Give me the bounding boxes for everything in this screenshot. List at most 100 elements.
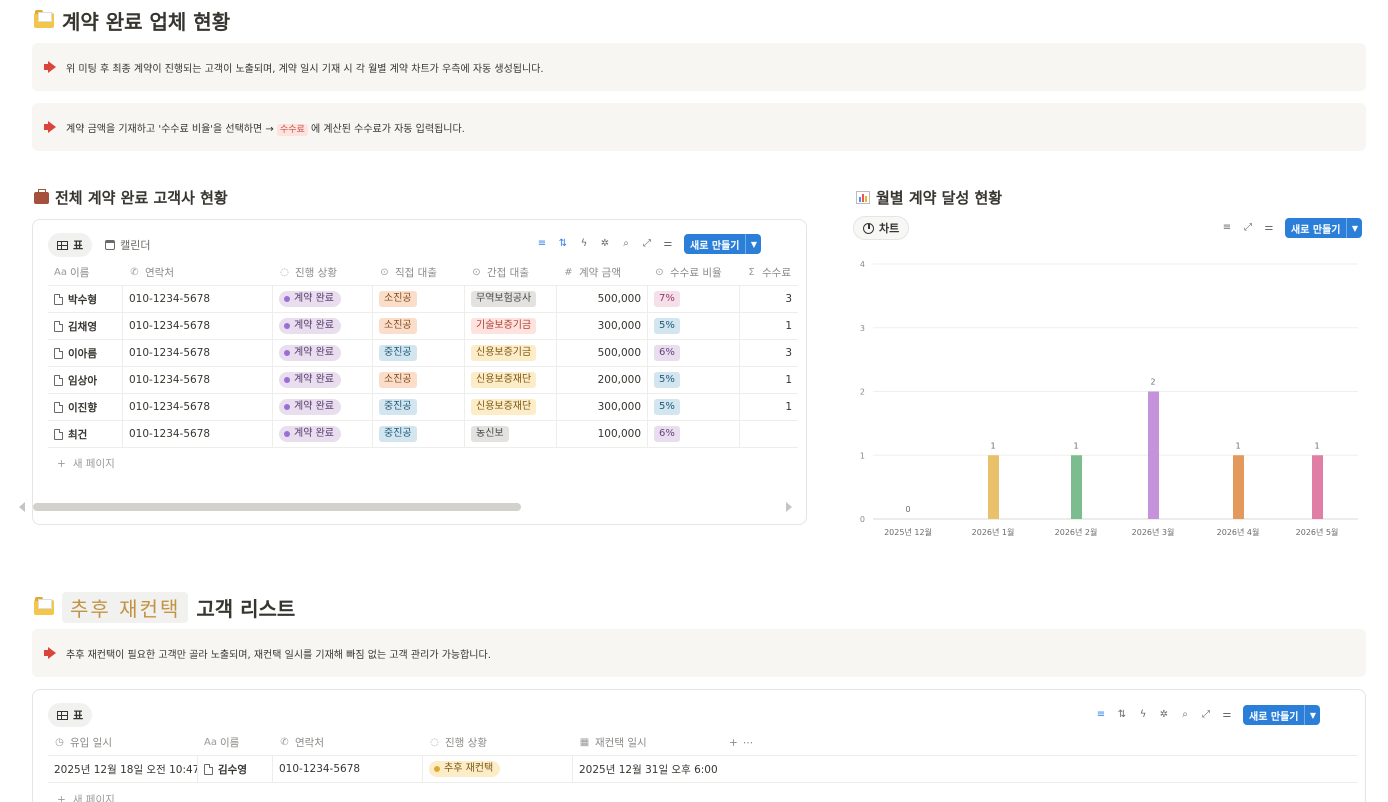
search-icon[interactable]: ⌕ — [621, 239, 631, 249]
cell-rate[interactable]: 5% — [648, 313, 740, 339]
sparkle-icon[interactable]: ✲ — [1159, 710, 1169, 720]
filter-icon[interactable]: ≡ — [1096, 710, 1106, 720]
table-row[interactable]: 임상아 010-1234-5678 계약 완료 소진공 신용보증재단 200,000 5% 1 — [48, 367, 798, 394]
cell-phone[interactable]: 010-1234-5678 — [123, 286, 273, 312]
cell-rate[interactable]: 5% — [648, 394, 740, 420]
filter-icon[interactable]: ≡ — [1222, 223, 1232, 233]
table-row[interactable]: 2025년 12월 18일 오전 10:47 김수영 010-1234-5678 추후… — [48, 756, 1358, 783]
cell-amount[interactable]: 200,000 — [557, 367, 648, 393]
scroll-left-arrow-icon[interactable] — [19, 502, 25, 512]
cell-fee[interactable]: 1 — [740, 394, 798, 420]
cell-recontact-date[interactable]: 2025년 12월 31일 오후 6:00 — [573, 756, 723, 782]
sort-icon[interactable]: ⇅ — [1117, 710, 1127, 720]
cell-name[interactable]: 김채영 — [48, 313, 123, 339]
add-page-button[interactable]: + 새 페이지 — [57, 456, 115, 471]
cell-rate[interactable]: 7% — [648, 286, 740, 312]
col-name[interactable]: Aa 이름 — [48, 260, 123, 285]
cell-phone[interactable]: 010-1234-5678 — [123, 394, 273, 420]
col-recontact-date[interactable]: ▦ 재컨택 일시 — [573, 730, 723, 755]
cell-phone[interactable]: 010-1234-5678 — [123, 313, 273, 339]
cell-indirect[interactable]: 신용보증기금 — [465, 340, 557, 366]
col-phone[interactable]: ✆ 연락처 — [123, 260, 273, 285]
cell-indirect[interactable]: 무역보험공사 — [465, 286, 557, 312]
col-status[interactable]: ◌ 진행 상황 — [423, 730, 573, 755]
expand-icon[interactable]: ⤢ — [1243, 223, 1253, 233]
col-fee[interactable]: Σ 수수료 — [740, 260, 798, 285]
chevron-down-icon[interactable]: ▼ — [745, 234, 761, 254]
cell-indirect[interactable]: 농신보 — [465, 421, 557, 447]
col-amount[interactable]: # 계약 금액 — [557, 260, 648, 285]
customer-name[interactable]: 임상아 — [68, 373, 97, 388]
customer-name[interactable]: 박수형 — [68, 292, 97, 307]
col-inflow-date[interactable]: ◷ 유입 일시 — [48, 730, 198, 755]
sparkle-icon[interactable]: ✲ — [600, 239, 610, 249]
customer-name[interactable]: 이진향 — [68, 400, 97, 415]
add-page-button[interactable]: + 새 페이지 — [57, 792, 115, 802]
customer-name[interactable]: 김수영 — [218, 762, 247, 777]
cell-indirect[interactable]: 기술보증기금 — [465, 313, 557, 339]
cell-indirect[interactable]: 신용보증재단 — [465, 367, 557, 393]
chevron-down-icon[interactable]: ▼ — [1346, 218, 1362, 238]
cell-status[interactable]: 계약 완료 — [273, 394, 373, 420]
table-row[interactable]: 박수형 010-1234-5678 계약 완료 소진공 무역보험공사 500,000 7% 3 — [48, 286, 798, 313]
cell-rate[interactable]: 6% — [648, 340, 740, 366]
settings-icon[interactable]: ⚌ — [1264, 223, 1274, 233]
table-row[interactable]: 이진향 010-1234-5678 계약 완료 중진공 신용보증재단 300,000 5% 1 — [48, 394, 798, 421]
cell-amount[interactable]: 300,000 — [557, 313, 648, 339]
col-rate[interactable]: ⊙ 수수료 비율 — [648, 260, 740, 285]
cell-phone[interactable]: 010-1234-5678 — [273, 756, 423, 782]
customer-name[interactable]: 최건 — [68, 427, 87, 442]
cell-fee[interactable] — [740, 421, 798, 447]
customer-name[interactable]: 이아름 — [68, 346, 97, 361]
cell-fee[interactable]: 1 — [740, 313, 798, 339]
cell-name[interactable]: 이아름 — [48, 340, 123, 366]
cell-direct[interactable]: 중진공 — [373, 394, 465, 420]
expand-icon[interactable]: ⤢ — [1201, 710, 1211, 720]
cell-fee[interactable]: 3 — [740, 286, 798, 312]
sort-icon[interactable]: ⇅ — [558, 239, 568, 249]
horizontal-scrollbar[interactable] — [33, 503, 521, 511]
customer-name[interactable]: 김채영 — [68, 319, 97, 334]
cell-name[interactable]: 최건 — [48, 421, 123, 447]
cell-status[interactable]: 계약 완료 — [273, 313, 373, 339]
new-button[interactable]: 새로 만들기 ▼ — [684, 234, 762, 254]
tab-chart[interactable]: 차트 — [853, 216, 910, 240]
chevron-down-icon[interactable]: ▼ — [1304, 705, 1320, 725]
cell-name[interactable]: 이진향 — [48, 394, 123, 420]
cell-amount[interactable]: 300,000 — [557, 394, 648, 420]
cell-fee[interactable]: 3 — [740, 340, 798, 366]
more-options-icon[interactable]: ⋯ — [743, 737, 754, 749]
cell-direct[interactable]: 소진공 — [373, 286, 465, 312]
cell-status[interactable]: 계약 완료 — [273, 286, 373, 312]
automation-icon[interactable]: ϟ — [579, 239, 589, 249]
table-row[interactable]: 최건 010-1234-5678 계약 완료 중진공 농신보 100,000 6% — [48, 421, 798, 448]
cell-fee[interactable]: 1 — [740, 367, 798, 393]
scroll-right-arrow-icon[interactable] — [786, 502, 792, 512]
cell-direct[interactable]: 중진공 — [373, 421, 465, 447]
col-name[interactable]: Aa 이름 — [198, 730, 273, 755]
filter-icon[interactable]: ≡ — [537, 239, 547, 249]
new-button[interactable]: 새로 만들기 ▼ — [1243, 705, 1321, 725]
tab-calendar[interactable]: 캘린더 — [96, 233, 159, 257]
settings-icon[interactable]: ⚌ — [1222, 710, 1232, 720]
cell-rate[interactable]: 6% — [648, 421, 740, 447]
col-direct[interactable]: ⊙ 직접 대출 — [373, 260, 465, 285]
cell-rate[interactable]: 5% — [648, 367, 740, 393]
cell-indirect[interactable]: 신용보증재단 — [465, 394, 557, 420]
cell-name[interactable]: 김수영 — [198, 756, 273, 782]
cell-status[interactable]: 추후 재컨택 — [423, 756, 573, 782]
cell-status[interactable]: 계약 완료 — [273, 367, 373, 393]
cell-name[interactable]: 임상아 — [48, 367, 123, 393]
tab-table[interactable]: 표 — [48, 233, 93, 257]
search-icon[interactable]: ⌕ — [1180, 710, 1190, 720]
cell-status[interactable]: 계약 완료 — [273, 421, 373, 447]
table-row[interactable]: 김채영 010-1234-5678 계약 완료 소진공 기술보증기금 300,000 5% 1 — [48, 313, 798, 340]
add-column-icon[interactable]: + — [729, 737, 738, 749]
new-button[interactable]: 새로 만들기 ▼ — [1285, 218, 1363, 238]
cell-name[interactable]: 박수형 — [48, 286, 123, 312]
table-row[interactable]: 이아름 010-1234-5678 계약 완료 중진공 신용보증기금 500,000 6% 3 — [48, 340, 798, 367]
cell-phone[interactable]: 010-1234-5678 — [123, 367, 273, 393]
settings-icon[interactable]: ⚌ — [663, 239, 673, 249]
col-phone[interactable]: ✆ 연락처 — [273, 730, 423, 755]
cell-status[interactable]: 계약 완료 — [273, 340, 373, 366]
